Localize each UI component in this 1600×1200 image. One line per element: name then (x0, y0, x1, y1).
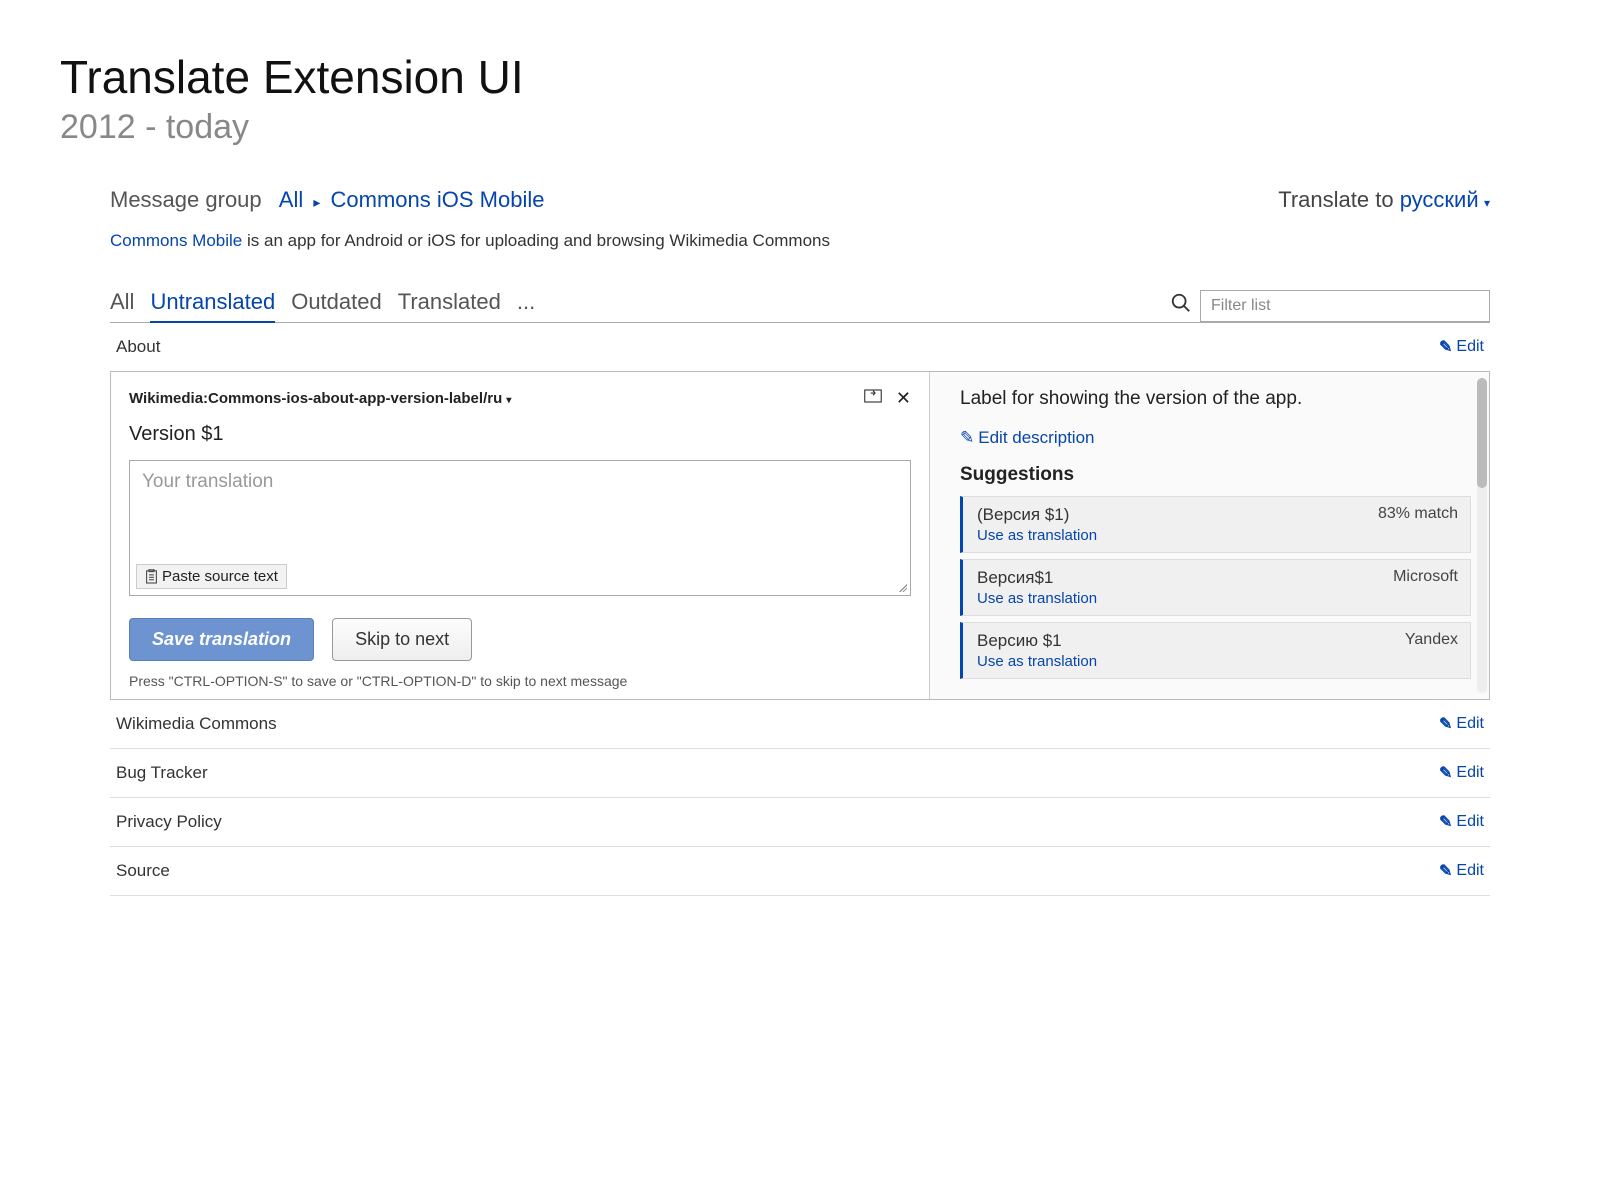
list-item-label: Source (116, 861, 170, 881)
slide-title: Translate Extension UI (60, 50, 1540, 104)
skip-button[interactable]: Skip to next (332, 618, 472, 661)
save-button[interactable]: Save translation (129, 618, 314, 661)
paste-source-button[interactable]: Paste source text (136, 564, 287, 589)
list-item[interactable]: Wikimedia Commons ✎Edit (110, 700, 1490, 749)
use-suggestion-link[interactable]: Use as translation (977, 527, 1458, 544)
resize-handle-icon[interactable] (897, 582, 909, 594)
translate-to-label: Translate to (1278, 187, 1393, 212)
suggestion-meta: Yandex (1405, 631, 1458, 651)
edit-description-link[interactable]: ✎Edit description (960, 428, 1471, 448)
source-text: Version $1 (129, 423, 911, 446)
list-item-label: About (116, 337, 160, 357)
chevron-down-icon: ▾ (1481, 196, 1490, 210)
edit-link[interactable]: ✎Edit (1439, 861, 1484, 881)
list-item[interactable]: Privacy Policy ✎Edit (110, 798, 1490, 847)
suggestion-item: Версию $1 Yandex Use as translation (960, 622, 1471, 679)
edit-link[interactable]: ✎Edit (1439, 812, 1484, 832)
chevron-down-icon: ▾ (506, 395, 511, 406)
suggestion-text: (Версия $1) (977, 505, 1069, 525)
message-group-label: Message group (110, 187, 262, 212)
edit-link[interactable]: ✎Edit (1439, 714, 1484, 734)
message-key-dropdown[interactable]: Wikimedia:Commons-ios-about-app-version-… (129, 390, 511, 407)
pencil-icon: ✎ (1439, 337, 1452, 357)
edit-link[interactable]: ✎Edit (1439, 763, 1484, 783)
translate-to: Translate to русский ▾ (1278, 187, 1490, 213)
slide-subtitle: 2012 - today (60, 108, 1540, 147)
scrollbar-thumb[interactable] (1477, 378, 1487, 488)
message-group-breadcrumb: Message group All ▸ Commons iOS Mobile (110, 187, 544, 213)
pencil-icon: ✎ (1439, 861, 1452, 881)
suggestion-text: Версию $1 (977, 631, 1062, 651)
pencil-icon: ✎ (1439, 812, 1452, 832)
suggestion-text: Версия$1 (977, 568, 1053, 588)
use-suggestion-link[interactable]: Use as translation (977, 653, 1458, 670)
desc-link[interactable]: Commons Mobile (110, 231, 242, 250)
pencil-icon: ✎ (960, 428, 974, 448)
use-suggestion-link[interactable]: Use as translation (977, 590, 1458, 607)
editor-panel: Wikimedia:Commons-ios-about-app-version-… (110, 371, 1490, 700)
list-item-label: Privacy Policy (116, 812, 222, 832)
list-item[interactable]: About ✎Edit (110, 323, 1490, 372)
tab-outdated[interactable]: Outdated (291, 289, 382, 322)
suggestion-meta: 83% match (1378, 505, 1458, 525)
pencil-icon: ✎ (1439, 714, 1452, 734)
tab-all[interactable]: All (110, 289, 134, 322)
expand-icon[interactable] (864, 388, 882, 409)
tab-translated[interactable]: Translated (398, 289, 501, 322)
pencil-icon: ✎ (1439, 763, 1452, 783)
breadcrumb-separator-icon: ▸ (313, 194, 320, 210)
group-all-link[interactable]: All (279, 187, 303, 212)
suggestion-item: (Версия $1) 83% match Use as translation (960, 496, 1471, 553)
message-description: Label for showing the version of the app… (960, 388, 1471, 410)
suggestions-heading: Suggestions (960, 464, 1471, 486)
translation-box: Paste source text (129, 460, 911, 596)
scrollbar-track (1477, 378, 1487, 693)
suggestion-item: Версия$1 Microsoft Use as translation (960, 559, 1471, 616)
close-icon[interactable]: ✕ (896, 388, 911, 409)
list-item[interactable]: Source ✎Edit (110, 847, 1490, 896)
suggestion-meta: Microsoft (1393, 568, 1458, 588)
group-description: Commons Mobile is an app for Android or … (110, 231, 1490, 251)
list-item-label: Wikimedia Commons (116, 714, 277, 734)
list-item[interactable]: Bug Tracker ✎Edit (110, 749, 1490, 798)
filter-input[interactable] (1200, 290, 1490, 322)
edit-link[interactable]: ✎Edit (1439, 337, 1484, 357)
tab-more[interactable]: ... (517, 289, 535, 322)
tab-untranslated[interactable]: Untranslated (150, 289, 275, 323)
keyboard-hint: Press "CTRL-OPTION-S" to save or "CTRL-O… (129, 673, 911, 689)
group-current-link[interactable]: Commons iOS Mobile (331, 187, 545, 212)
search-icon (1170, 292, 1192, 319)
language-selector[interactable]: русский ▾ (1400, 187, 1490, 212)
list-item-label: Bug Tracker (116, 763, 208, 783)
